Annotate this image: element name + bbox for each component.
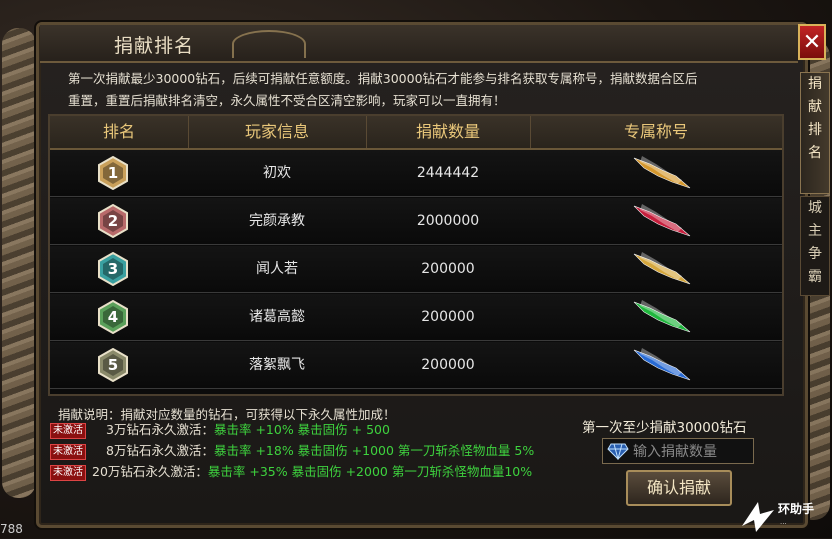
header-rank: 排名 [50, 116, 189, 148]
donation-amount: 200000 [421, 357, 475, 373]
table-row: 5 落絮飘飞 200000 [50, 342, 782, 389]
tab-donation-ranking[interactable]: 捐献排名 [800, 72, 830, 194]
title-wing-green-icon [632, 298, 692, 336]
bonus-tier-2: 未激活 8万钻石永久激活：暴击率 +18% 暴击固伤 +1000 第一刀斩杀怪物血… [50, 442, 534, 460]
close-button[interactable]: ✕ [798, 24, 826, 60]
tier-effect: 暴击率 +35% 暴击固伤 +2000 第一刀斩杀怪物血量10% [207, 464, 533, 479]
title-wing-blue-icon [632, 346, 692, 384]
donation-amount: 200000 [421, 309, 475, 325]
donation-amount-input[interactable] [631, 440, 753, 464]
watermark: 环助手 ... [738, 496, 832, 538]
rank-badge-icon: 4 [96, 299, 130, 335]
header-title: 专属称号 [623, 122, 688, 141]
diamond-icon [607, 443, 629, 460]
donation-input-box[interactable] [602, 438, 754, 464]
dragon-frame-left [2, 28, 36, 498]
tier-label: 20万钻石永久激活： [92, 464, 208, 479]
player-name: 诸葛高懿 [249, 309, 305, 325]
window-title: 捐献排名 [114, 35, 195, 57]
rank-number: 4 [107, 308, 119, 326]
intro-line-2: 重置，重置后捐献排名清空，永久属性不受合区清空影响，玩家可以一直拥有！ [68, 93, 506, 108]
donation-amount: 2000000 [416, 213, 480, 229]
title-wing-gold-blue-icon [632, 154, 692, 192]
rank-number: 2 [107, 212, 119, 230]
header-player: 玩家信息 [188, 116, 367, 148]
watermark-logo-icon [742, 502, 774, 532]
rank-badge-icon: 1 [96, 155, 130, 191]
player-name: 闻人若 [256, 261, 298, 277]
bonus-tier-3: 未激活 20万钻石永久激活：暴击率 +35% 暴击固伤 +2000 第一刀斩杀怪物… [50, 463, 532, 481]
tab-label: 捐献排名 [808, 76, 822, 161]
tier-effect: 暴击率 +10% 暴击固伤 + 500 [213, 422, 390, 437]
rank-number: 1 [107, 164, 119, 182]
intro-text: 第一次捐献最少30000钻石，后续可捐献任意额度。捐献30000钻石才能参与排名… [68, 68, 780, 112]
header-amount: 捐献数量 [366, 116, 531, 148]
table-row: 4 诸葛高懿 200000 [50, 294, 782, 341]
tier-effect: 暴击率 +18% 暴击固伤 +1000 第一刀斩杀怪物血量 5% [213, 443, 535, 458]
tier-label: 8万钻石永久激活： [106, 443, 214, 458]
rank-badge-icon: 3 [96, 251, 130, 287]
bonus-tier-1: 未激活 3万钻石永久激活：暴击率 +10% 暴击固伤 + 500 [50, 421, 390, 439]
donation-amount: 2444442 [416, 165, 480, 181]
inactive-tag: 未激活 [50, 443, 86, 460]
confirm-donate-button[interactable]: 确认捐献 [626, 470, 732, 506]
rank-badge-icon: 5 [96, 347, 130, 383]
rank-number: 3 [107, 260, 119, 278]
tab-city-lord[interactable]: 城主争霸 [800, 196, 830, 296]
table-header: 排名 玩家信息 捐献数量 专属称号 [50, 116, 782, 150]
title-wing-red-icon [632, 202, 692, 240]
rank-number: 5 [107, 356, 119, 374]
ranking-table: 排名 玩家信息 捐献数量 专属称号 1 初欢 2444442 2 完颜承教 2000000… [48, 114, 784, 396]
player-name: 初欢 [263, 165, 291, 181]
tier-label: 3万钻石永久激活： [106, 422, 214, 437]
intro-line-1: 第一次捐献最少30000钻石，后续可捐献任意额度。捐献30000钻石才能参与排名… [68, 71, 698, 86]
player-name: 落絮飘飞 [249, 357, 305, 373]
rank-badge-icon: 2 [96, 203, 130, 239]
watermark-subtext: ... [780, 518, 787, 526]
corner-number: 788 [0, 522, 23, 536]
inactive-tag: 未激活 [50, 464, 86, 481]
donation-amount: 200000 [421, 261, 475, 277]
table-row: 1 初欢 2444442 [50, 150, 782, 197]
title-ornament-icon [232, 30, 306, 58]
tab-label: 城主争霸 [808, 200, 822, 285]
inactive-tag: 未激活 [50, 422, 86, 439]
table-row: 3 闻人若 200000 [50, 246, 782, 293]
table-row: 2 完颜承教 2000000 [50, 198, 782, 245]
player-name: 完颜承教 [249, 213, 305, 229]
title-wing-gold-icon [632, 250, 692, 288]
watermark-text: 环助手 [778, 502, 815, 516]
min-donation-label: 第一次至少捐献30000钻石 [582, 420, 747, 436]
